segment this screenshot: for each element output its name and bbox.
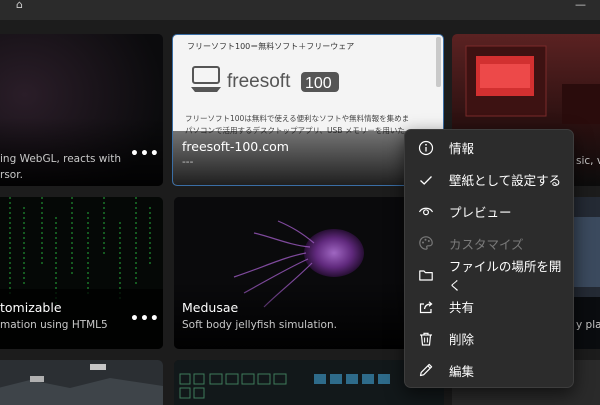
svg-text:freesoft: freesoft [227, 71, 291, 92]
share-icon [417, 298, 435, 316]
card-description: sic, v [576, 155, 600, 167]
title-bar: ⌂ — [0, 0, 600, 20]
more-options-button[interactable]: ••• [130, 311, 160, 327]
menu-item-customize: カスタマイズ [405, 227, 573, 259]
eye-icon [417, 202, 435, 220]
site-tagline: フリーソフト100＝無料ソフト＋フリーウェア [187, 42, 355, 51]
menu-item-label: プレビュー [449, 204, 512, 220]
card-description: mation using HTML5 [0, 319, 108, 331]
window-control-icon[interactable]: — [575, 0, 586, 10]
menu-item-share[interactable]: 共有 [405, 291, 573, 323]
wallpaper-card-webgl[interactable]: ing WebGL, reacts with rsor. ••• [0, 34, 163, 186]
checkmark-icon [417, 171, 435, 189]
menu-item-edit[interactable]: 編集 [405, 355, 573, 387]
more-options-button[interactable]: ••• [130, 146, 160, 162]
wallpaper-card-matrix[interactable]: tomizable mation using HTML5 ••• [0, 197, 163, 349]
menu-item-label: 壁紙として設定する [449, 173, 562, 189]
menu-item-label: 編集 [449, 363, 475, 379]
card-description-2: rsor. [0, 169, 23, 181]
svg-text:100: 100 [305, 75, 332, 92]
menu-item-label: 削除 [449, 332, 475, 348]
app-icon: ⌂ [16, 0, 23, 11]
card-description: Soft body jellyfish simulation. [182, 319, 337, 331]
menu-item-preview[interactable]: プレビュー [405, 196, 573, 228]
menu-item-label: 情報 [449, 141, 475, 157]
freesoft-logo: freesoft 100 [191, 66, 339, 92]
menu-item-label: 共有 [449, 300, 475, 316]
menu-item-info[interactable]: 情報 [405, 132, 573, 164]
card-description: y pla [576, 319, 600, 331]
card-title: freesoft-100.com [182, 139, 289, 154]
card-description: --- [182, 156, 194, 168]
menu-item-set-wallpaper[interactable]: 壁紙として設定する [405, 164, 573, 196]
trash-icon [417, 330, 435, 348]
card-description: ing WebGL, reacts with [0, 153, 122, 165]
palette-icon [417, 234, 435, 252]
menu-item-label: ファイルの場所を開く [448, 259, 562, 294]
wallpaper-card-city[interactable] [0, 360, 163, 405]
menu-item-label: カスタマイズ [449, 236, 524, 252]
pencil-icon [417, 361, 435, 379]
menu-item-delete[interactable]: 削除 [405, 323, 573, 355]
thumbnail-city [0, 360, 163, 405]
info-icon [417, 139, 435, 157]
app-window: ⌂ — ing WebGL, reacts with rsor. ••• フリー… [0, 0, 600, 405]
context-menu: 情報 壁紙として設定する プレビュー カスタマイズ ファイルの場所を開く 共有 … [404, 129, 574, 388]
folder-icon [417, 266, 435, 284]
card-title: tomizable [0, 300, 62, 315]
card-title: Medusae [182, 300, 239, 315]
scrollbar[interactable] [436, 37, 441, 87]
menu-item-open-location[interactable]: ファイルの場所を開く [405, 259, 573, 294]
